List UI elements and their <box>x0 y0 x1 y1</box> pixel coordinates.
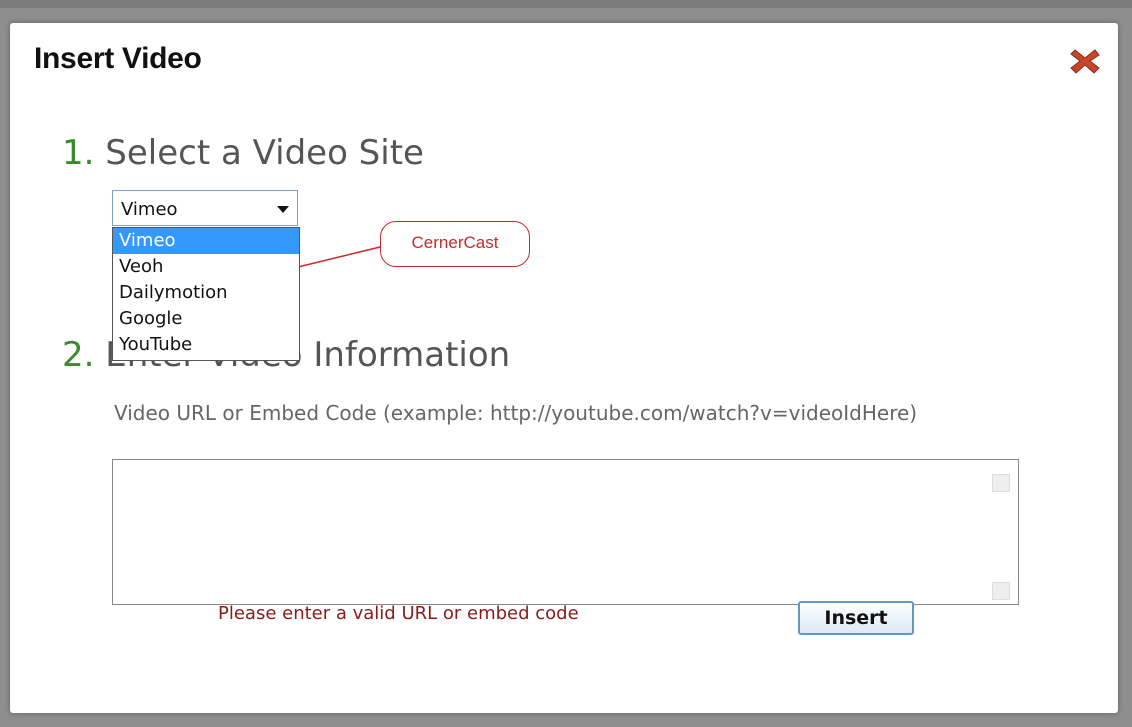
dropdown-option-veoh[interactable]: Veoh <box>113 254 299 280</box>
callout-connector <box>297 246 381 268</box>
video-url-textarea[interactable] <box>112 459 1019 605</box>
insert-video-dialog: Insert Video 1. Select a Video Site Vime… <box>10 23 1118 713</box>
step-1-title: Select a Video Site <box>105 133 424 173</box>
chevron-down-icon <box>277 206 289 213</box>
dropdown-option-google[interactable]: Google <box>113 306 299 332</box>
validation-error-message: Please enter a valid URL or embed code <box>218 603 579 624</box>
video-site-select[interactable]: Vimeo <box>112 190 298 226</box>
dialog-title: Insert Video <box>34 42 202 75</box>
dropdown-option-dailymotion[interactable]: Dailymotion <box>113 280 299 306</box>
scroll-up-icon[interactable] <box>992 474 1010 492</box>
dropdown-option-vimeo[interactable]: Vimeo <box>113 228 299 254</box>
video-url-label: Video URL or Embed Code (example: http:/… <box>114 401 918 425</box>
step-2-number: 2. <box>62 335 95 375</box>
insert-button[interactable]: Insert <box>798 601 914 635</box>
scroll-down-icon[interactable] <box>992 582 1010 600</box>
annotation-callout: CernerCast <box>380 221 530 267</box>
textarea-scrollbar[interactable] <box>984 460 1018 604</box>
select-current-value: Vimeo <box>121 199 178 220</box>
video-site-dropdown-list: Vimeo Veoh Dailymotion Google YouTube <box>112 227 300 361</box>
dropdown-option-youtube[interactable]: YouTube <box>113 332 299 358</box>
close-icon[interactable] <box>1068 46 1102 76</box>
page-backdrop <box>0 0 1132 8</box>
step-1-number: 1. <box>62 133 95 173</box>
step-1-heading: 1. Select a Video Site <box>62 133 424 173</box>
